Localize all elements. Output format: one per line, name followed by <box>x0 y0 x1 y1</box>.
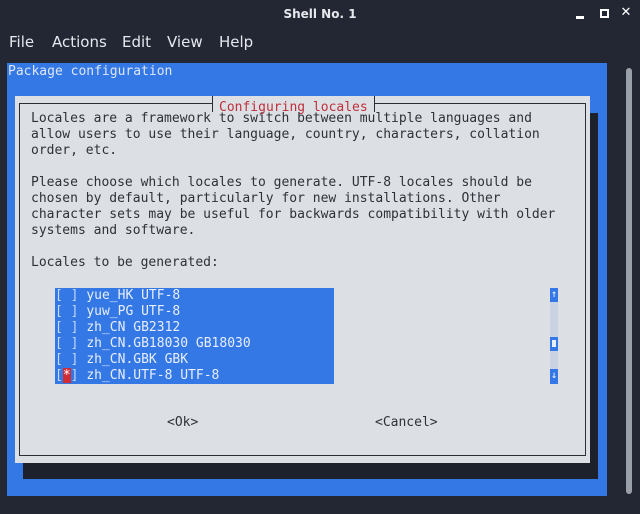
locale-list-item[interactable]: [ ] yuw_PG UTF-8 <box>55 304 334 320</box>
checkbox-unchecked[interactable]: [ ] <box>55 320 78 335</box>
locale-label: zh_CN.UTF-8 UTF-8 <box>86 368 220 383</box>
description-line-2: allow users to use their language, count… <box>31 127 540 142</box>
maximize-button[interactable] <box>597 6 611 20</box>
description-line-3: order, etc. <box>31 143 118 158</box>
checkbox-unchecked[interactable]: [ ] <box>55 352 78 367</box>
checkbox-unchecked[interactable]: [ ] <box>55 304 78 319</box>
window-titlebar: Shell No. 1 ✕ <box>0 0 640 28</box>
checkbox-unchecked[interactable]: [ ] <box>55 288 78 303</box>
close-button[interactable]: ✕ <box>619 6 633 20</box>
empty-mark <box>63 304 71 319</box>
minimize-button[interactable] <box>573 6 587 20</box>
minimize-icon <box>576 16 584 19</box>
locale-label: yue_HK UTF-8 <box>86 288 181 303</box>
empty-mark <box>63 336 71 351</box>
close-icon: ✕ <box>620 5 632 20</box>
maximize-icon <box>600 9 609 18</box>
locale-list[interactable]: [ ] yue_HK UTF-8[ ] yuw_PG UTF-8[ ] zh_C… <box>55 288 334 384</box>
locale-label: zh_CN GB2312 <box>86 320 181 335</box>
checkbox-unchecked[interactable]: [ ] <box>55 336 78 351</box>
check-mark-icon: * <box>62 368 71 383</box>
ok-button[interactable]: <Ok> <box>167 415 198 431</box>
menu-help[interactable]: Help <box>219 33 253 51</box>
empty-mark <box>63 288 71 303</box>
instruction-line-3: character sets may be useful for backwar… <box>31 207 556 222</box>
instruction-line-1: Please choose which locales to generate.… <box>31 175 532 190</box>
package-configuration-header: Package configuration <box>8 64 173 79</box>
locale-label: yuw_PG UTF-8 <box>86 304 181 319</box>
window-title: Shell No. 1 <box>283 7 357 21</box>
locale-label: zh_CN.GBK GBK <box>86 352 189 367</box>
menu-view[interactable]: View <box>167 33 203 51</box>
terminal-scrollbar[interactable] <box>626 68 632 494</box>
cancel-button[interactable]: <Cancel> <box>375 415 438 431</box>
locale-list-item[interactable]: [ ] zh_CN.GBK GBK <box>55 352 334 368</box>
list-label: Locales to be generated: <box>31 255 219 270</box>
thumb-grip <box>552 340 556 347</box>
dialog-title-box: Configuring locales <box>212 96 375 115</box>
locale-list-item[interactable]: [ ] zh_CN GB2312 <box>55 320 334 336</box>
empty-mark <box>63 352 71 367</box>
locale-list-item[interactable]: [ ] yue_HK UTF-8 <box>55 288 334 304</box>
menu-file[interactable]: File <box>9 33 34 51</box>
empty-mark <box>63 320 71 335</box>
instruction-line-2: chosen by default, particularly for new … <box>31 191 501 206</box>
scroll-down-arrow-icon[interactable]: ↓ <box>550 369 558 384</box>
menu-edit[interactable]: Edit <box>122 33 151 51</box>
scroll-up-arrow-icon[interactable]: ↑ <box>550 288 558 302</box>
menu-actions[interactable]: Actions <box>52 33 107 51</box>
locale-list-item[interactable]: [*] zh_CN.UTF-8 UTF-8 <box>55 368 334 384</box>
description-line-1: Locales are a framework to switch betwee… <box>31 111 532 126</box>
locale-label: zh_CN.GB18030 GB18030 <box>86 336 251 351</box>
scroll-thumb[interactable] <box>550 337 558 351</box>
instruction-line-4: systems and software. <box>31 223 196 238</box>
checkbox-checked[interactable]: [*] <box>55 368 78 383</box>
menubar: File Actions Edit View Help <box>0 28 640 56</box>
locale-list-item[interactable]: [ ] zh_CN.GB18030 GB18030 <box>55 336 334 352</box>
